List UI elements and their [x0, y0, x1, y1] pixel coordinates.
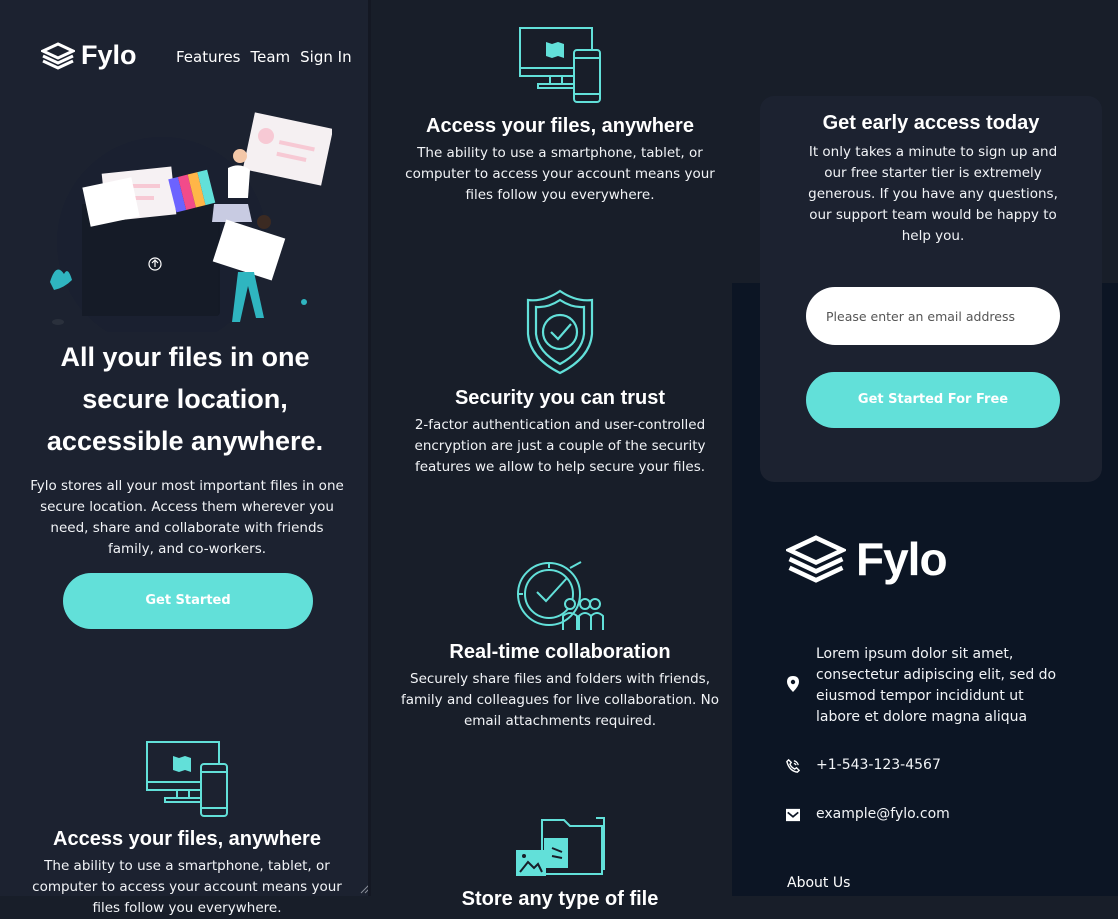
footer-phone: +1-543-123-4567 — [786, 755, 941, 776]
feature-access: Access your files, anywhere The ability … — [392, 113, 728, 206]
feature-title: Security you can trust — [454, 387, 666, 409]
get-started-free-button[interactable]: Get Started For Free — [806, 372, 1060, 428]
logo[interactable]: Fylo — [41, 40, 137, 71]
devices-icon — [519, 27, 601, 103]
nav-team[interactable]: Team — [251, 48, 291, 66]
folder-files-icon — [516, 817, 605, 876]
logo-text: Fylo — [856, 533, 948, 585]
email-text[interactable]: example@fylo.com — [816, 804, 950, 825]
logo-text: Fylo — [81, 40, 137, 70]
main-nav: Features Team Sign In — [176, 48, 352, 66]
left-feature-title: Access your files, anywhere — [53, 828, 321, 850]
footer-logo[interactable]: Fylo — [786, 532, 948, 586]
feature-text: Securely share files and folders with fr… — [400, 671, 719, 729]
feature-security: Security you can trust 2-factor authenti… — [392, 385, 728, 478]
feature-title: Real-time collaboration — [449, 641, 671, 663]
fylo-logo-icon — [786, 535, 846, 583]
footer-about-link[interactable]: About Us — [787, 875, 850, 891]
feature-collaboration: Real-time collaboration Securely share f… — [392, 639, 728, 732]
hero-title: All your files in one secure location, a… — [46, 342, 324, 456]
shield-check-icon — [526, 289, 594, 375]
footer-address: Lorem ipsum dolor sit amet, consectetur … — [786, 644, 1062, 728]
collaboration-icon — [517, 561, 604, 630]
email-input[interactable] — [806, 287, 1060, 345]
devices-icon — [146, 741, 228, 817]
address-text: Lorem ipsum dolor sit amet, consectetur … — [816, 646, 1057, 725]
feature-storage: Store any type of file — [392, 886, 728, 912]
phone-icon — [786, 758, 800, 774]
location-pin-icon — [786, 676, 800, 692]
cta-title: Get early access today — [822, 112, 1040, 134]
feature-text: The ability to use a smartphone, tablet,… — [405, 145, 715, 203]
nav-sign-in[interactable]: Sign In — [300, 48, 351, 66]
left-feature-text: The ability to use a smartphone, tablet,… — [32, 858, 342, 916]
phone-text[interactable]: +1-543-123-4567 — [816, 755, 941, 776]
email-icon — [786, 807, 800, 823]
get-started-button[interactable]: Get Started — [63, 573, 313, 629]
left-feature-access: Access your files, anywhere The ability … — [20, 826, 354, 919]
feature-title: Store any type of file — [461, 888, 659, 910]
feature-title: Access your files, anywhere — [426, 115, 694, 137]
fylo-logo-icon — [41, 41, 75, 70]
footer-email: example@fylo.com — [786, 804, 950, 825]
nav-features[interactable]: Features — [176, 48, 241, 66]
hero-illustration — [50, 112, 332, 332]
feature-text: 2-factor authentication and user-control… — [414, 417, 706, 475]
hero-description: Fylo stores all your most important file… — [30, 478, 344, 557]
cta-description: It only takes a minute to sign up and ou… — [808, 144, 1058, 244]
early-access-card: Get early access today It only takes a m… — [760, 96, 1102, 482]
